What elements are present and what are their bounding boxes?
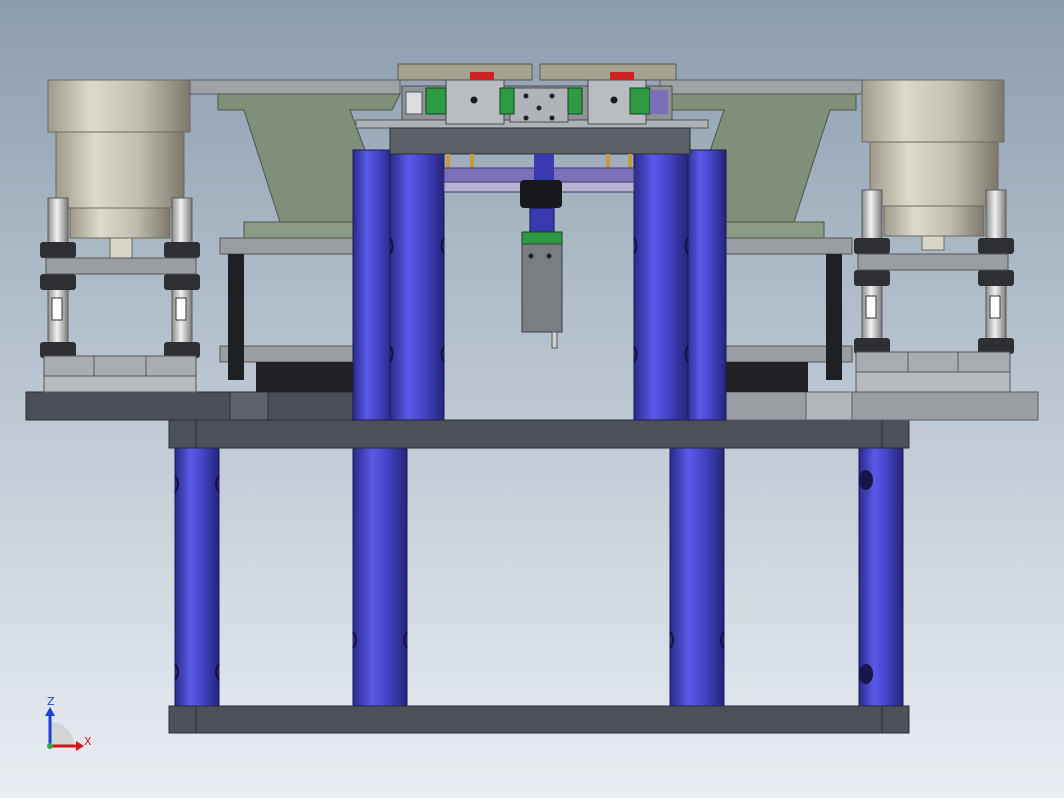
x-axis-head — [76, 741, 84, 751]
z-axis-head — [45, 707, 55, 716]
base-post-3 — [669, 447, 725, 707]
column-right-front — [633, 127, 689, 421]
x-axis-label: X — [84, 735, 92, 748]
column-right-back — [685, 149, 727, 421]
bottom-plate — [168, 705, 910, 734]
work-plate — [25, 391, 1039, 421]
base-post-1 — [174, 447, 220, 707]
base-frame — [168, 419, 910, 734]
base-post-2 — [352, 447, 408, 707]
triad-origin — [47, 743, 53, 749]
column-left-front — [389, 127, 445, 421]
coordinate-triad: Z X — [38, 696, 98, 756]
z-axis-label: Z — [47, 695, 55, 708]
cad-viewport[interactable]: Z X — [0, 0, 1064, 798]
middle-plate — [168, 419, 910, 449]
cad-model-front-view[interactable] — [0, 0, 1064, 798]
column-left-back — [352, 149, 394, 421]
